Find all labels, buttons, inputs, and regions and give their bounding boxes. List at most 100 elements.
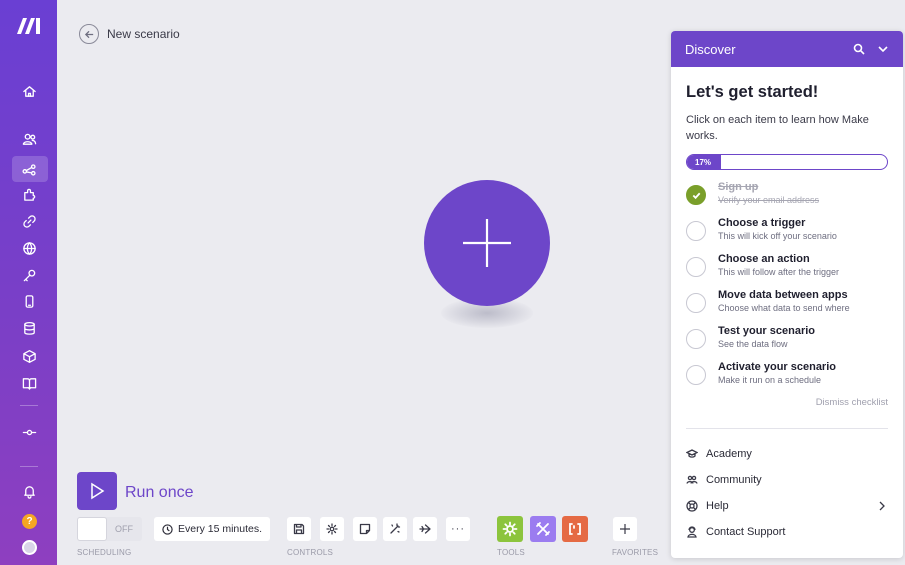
step-title: Activate your scenario — [718, 361, 836, 373]
save-button[interactable] — [287, 517, 311, 541]
docs-icon[interactable] — [18, 372, 40, 394]
tool-flow-control[interactable] — [497, 516, 523, 542]
run-once-label[interactable]: Run once — [125, 484, 194, 502]
chevron-right-icon — [879, 501, 885, 511]
discover-panel: Discover Let's get started! Click on eac… — [671, 31, 903, 558]
dismiss-checklist-link[interactable]: Dismiss checklist — [686, 397, 888, 408]
scheduling-toggle[interactable]: OFF — [77, 517, 142, 541]
flow-icon[interactable] — [18, 421, 40, 443]
schedule-button[interactable]: Every 15 minutes. — [154, 517, 271, 541]
checklist-steps: Sign up Verify your email address Choose… — [686, 181, 888, 397]
sidebar-divider — [20, 405, 38, 406]
step-subtitle: See the data flow — [718, 339, 788, 349]
step-subtitle: Verify your email address — [718, 195, 820, 205]
clock-icon — [162, 523, 173, 535]
step-circle — [686, 365, 706, 385]
discover-title: Discover — [685, 41, 736, 57]
settings-button[interactable] — [320, 517, 344, 541]
step-move-data[interactable]: Move data between apps Choose what data … — [686, 289, 888, 325]
gear-icon — [502, 521, 518, 537]
step-subtitle: Make it run on a schedule — [718, 375, 822, 385]
back-button[interactable] — [79, 24, 99, 44]
home-icon[interactable] — [18, 80, 40, 102]
save-icon — [293, 523, 305, 535]
explain-flow-button[interactable] — [413, 517, 437, 541]
gear-icon — [326, 523, 338, 535]
help-link[interactable]: Help — [686, 493, 888, 519]
make-logo[interactable] — [15, 14, 43, 38]
checklist-heading: Let's get started! — [686, 83, 819, 101]
tools-icon — [536, 522, 550, 536]
step-title: Choose an action — [718, 253, 810, 265]
team-icon[interactable] — [18, 128, 40, 150]
toggle-state: OFF — [115, 524, 133, 534]
magic-wand-icon — [390, 523, 401, 534]
step-title: Test your scenario — [718, 325, 815, 337]
step-test-scenario[interactable]: Test your scenario See the data flow — [686, 325, 888, 361]
connections-icon[interactable] — [18, 210, 40, 232]
plus-icon — [620, 524, 630, 534]
datastores-icon[interactable] — [18, 317, 40, 339]
tools-section-label: TOOLS — [497, 548, 525, 557]
progress-label: 17% — [695, 157, 712, 167]
checklist-progress-bar: 17% — [686, 154, 888, 170]
step-circle — [686, 257, 706, 277]
step-activate-scenario[interactable]: Activate your scenario Make it run on a … — [686, 361, 888, 397]
step-title: Sign up — [718, 181, 759, 193]
favorites-section-label: FAVORITES — [612, 548, 659, 557]
notes-button[interactable] — [353, 517, 377, 541]
add-module-button[interactable] — [424, 180, 550, 306]
graduation-cap-icon — [686, 449, 698, 458]
run-once-button[interactable] — [77, 472, 117, 510]
progress-fill: 17% — [687, 155, 721, 169]
tool-tools[interactable] — [530, 516, 556, 542]
scenarios-icon[interactable] — [18, 158, 40, 180]
community-link[interactable]: Community — [686, 467, 888, 493]
toggle-knob — [77, 517, 107, 541]
support-agent-icon — [687, 526, 697, 538]
schedule-label: Every 15 minutes. — [178, 523, 263, 535]
more-button[interactable]: ··· — [446, 517, 470, 541]
keys-icon[interactable] — [18, 264, 40, 286]
globe-icon[interactable] — [18, 237, 40, 259]
help-icon[interactable]: ? — [22, 514, 37, 529]
auto-align-button[interactable] — [383, 517, 407, 541]
tool-text-parser[interactable] — [562, 516, 588, 542]
sidebar-divider — [20, 466, 38, 467]
step-circle — [686, 221, 706, 241]
step-check-circle — [686, 185, 706, 205]
step-title: Move data between apps — [718, 289, 848, 301]
brackets-icon — [569, 523, 581, 535]
avatar[interactable] — [22, 540, 37, 555]
scheduling-section-label: SCHEDULING — [77, 548, 132, 557]
contact-support-link[interactable]: Contact Support — [686, 519, 888, 545]
checklist-intro: Click on each item to learn how Make wor… — [686, 114, 869, 142]
academy-link[interactable]: Academy — [686, 441, 888, 467]
scenario-title[interactable]: New scenario — [107, 27, 180, 41]
search-icon[interactable] — [853, 43, 865, 55]
check-icon — [692, 192, 700, 199]
add-favorite-button[interactable] — [613, 517, 637, 541]
lifebuoy-icon — [686, 500, 698, 512]
step-subtitle: Choose what data to send where — [718, 303, 850, 313]
community-label: Community — [706, 474, 762, 486]
contact-support-label: Contact Support — [706, 526, 786, 538]
controls-section-label: CONTROLS — [287, 548, 334, 557]
step-choose-action[interactable]: Choose an action This will follow after … — [686, 253, 888, 289]
step-subtitle: This will follow after the trigger — [718, 267, 840, 277]
community-icon — [686, 475, 698, 484]
more-label: ··· — [451, 523, 465, 535]
datastructures-icon[interactable] — [18, 345, 40, 367]
templates-icon[interactable] — [18, 183, 40, 205]
step-title: Choose a trigger — [718, 217, 806, 229]
discover-header: Discover — [671, 31, 903, 67]
step-subtitle: This will kick off your scenario — [718, 231, 837, 241]
devices-icon[interactable] — [18, 290, 40, 312]
chevron-down-icon[interactable] — [877, 43, 889, 55]
step-choose-trigger[interactable]: Choose a trigger This will kick off your… — [686, 217, 888, 253]
step-sign-up[interactable]: Sign up Verify your email address — [686, 181, 888, 217]
play-icon — [91, 482, 105, 500]
help-label: Help — [706, 500, 729, 512]
plus-icon — [463, 219, 511, 267]
bell-icon[interactable] — [18, 480, 40, 502]
